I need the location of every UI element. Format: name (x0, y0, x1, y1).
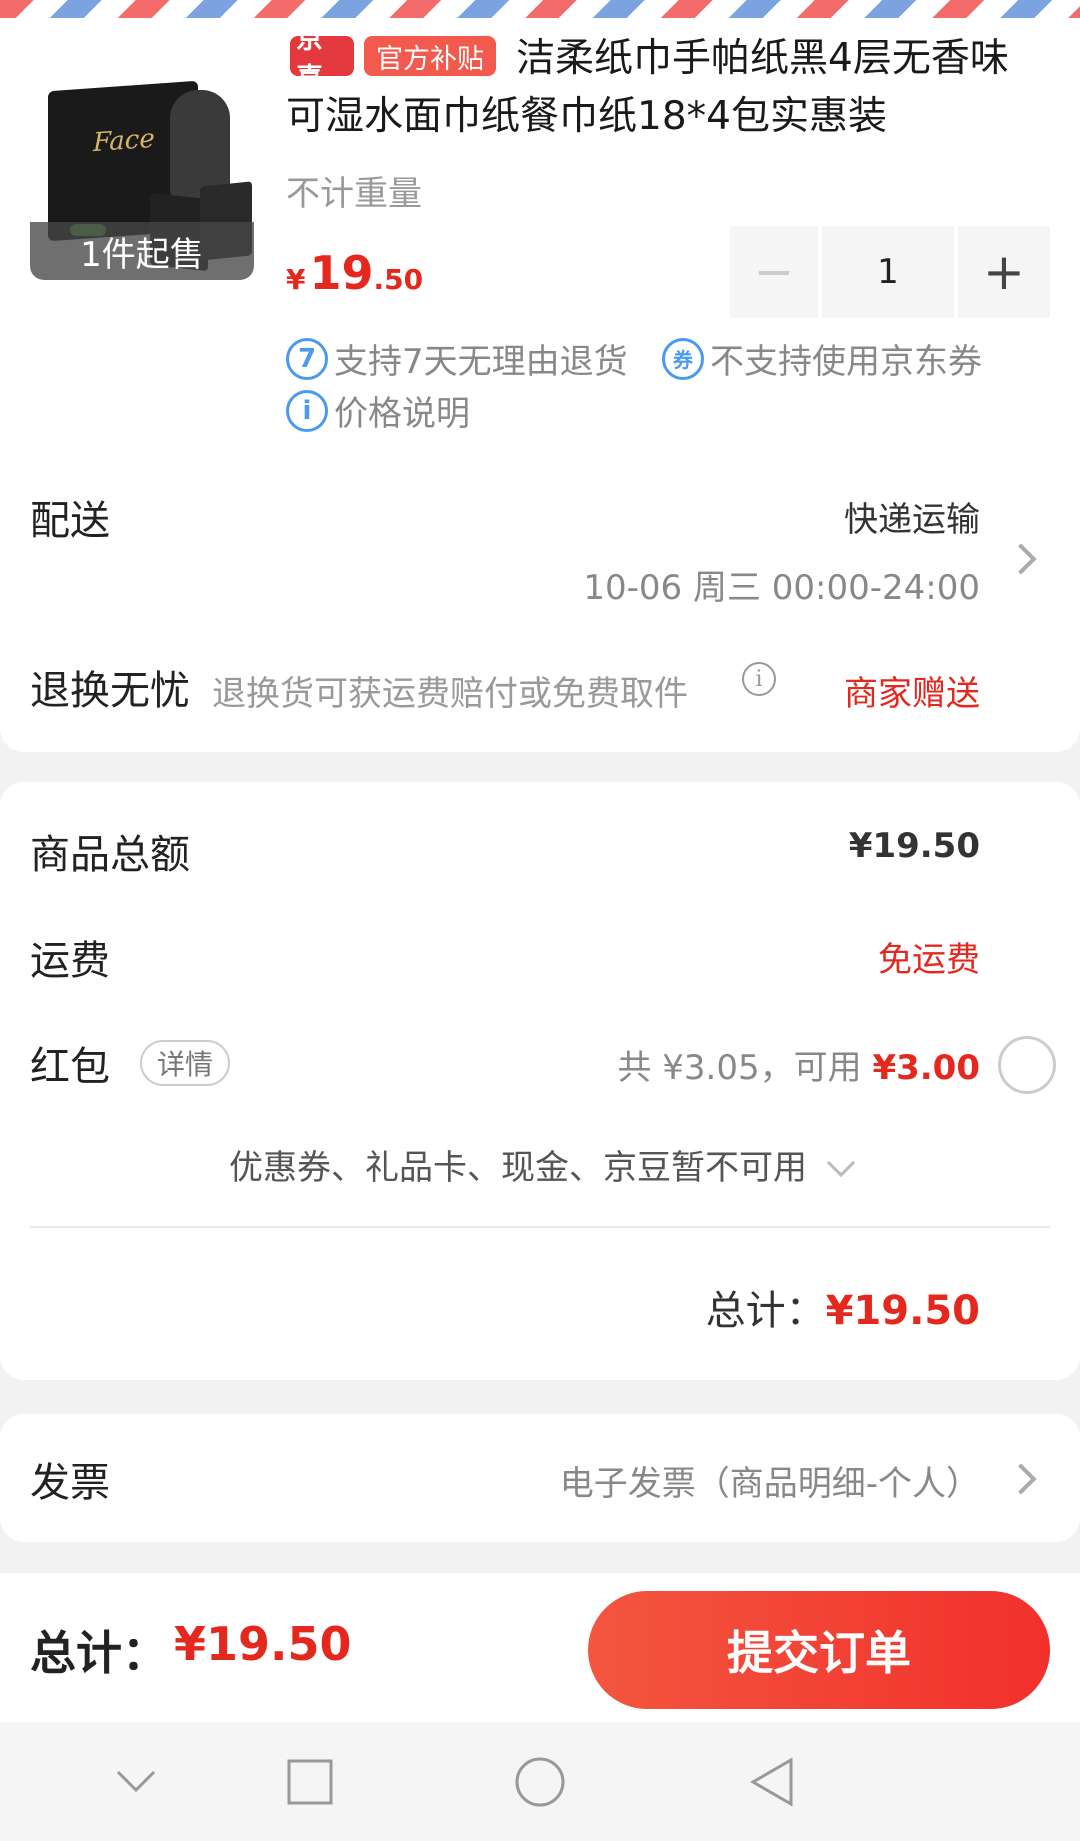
square-icon[interactable] (278, 1750, 342, 1814)
returns-desc: 退换货可获运费赔付或免费取件 (212, 674, 688, 714)
summary-total-label: 总计： (705, 1288, 826, 1334)
circle-icon[interactable] (508, 1750, 572, 1814)
min-order-label: 1件起售 (30, 222, 254, 280)
jx-badge: 京喜 (290, 24, 354, 94)
shipping-value: 免运费 (878, 940, 980, 980)
redpacket-label: 红包 (30, 1044, 110, 1090)
chevron-right-icon[interactable] (1005, 543, 1037, 575)
invoice-value: 电子发票（商品明细-个人） (559, 1464, 980, 1504)
delivery-time[interactable]: 10-06 周三 00:00-24:00 (583, 560, 980, 609)
delivery-method[interactable]: 快递运输 (844, 492, 980, 541)
summary-total-value: ¥19.50 (825, 1288, 980, 1334)
chevron-right-icon (1005, 1463, 1037, 1495)
quantity-value[interactable]: 1 (822, 226, 954, 318)
checkout-total-label: 总计： (30, 1626, 168, 1680)
redpacket-radio[interactable] (998, 1036, 1056, 1094)
price-decimal: .50 (373, 263, 424, 296)
airmail-border (0, 0, 1080, 18)
order-summary-card: 商品总额 ¥19.50 运费 免运费 红包 详情 共 ¥3.05，可用 ¥3.0… (0, 782, 1080, 1380)
summary-total: 总计：¥19.50 (706, 1278, 980, 1336)
shipping-label: 运费 (30, 938, 110, 984)
price-integer: 19 (309, 246, 374, 300)
subsidy-badge: 官方补贴 (364, 36, 496, 76)
redpacket-usable: ¥3.00 (872, 1048, 980, 1088)
returns-label: 退换无忧 (30, 668, 190, 714)
goods-total-value: ¥19.50 (848, 826, 980, 866)
redpacket-info: 共 ¥3.05，可用 ¥3.00 (617, 1040, 980, 1089)
coupon-policy: 券 不支持使用京东券 (662, 334, 982, 383)
product-thumbnail[interactable]: Face 1件起售 (30, 56, 254, 280)
increase-button[interactable]: + (958, 226, 1050, 318)
unavailable-payments-text: 优惠券、礼品卡、现金、京豆暂不可用 (229, 1148, 807, 1188)
checkout-total-value: ¥19.50 (174, 1617, 352, 1671)
price-info-text: 价格说明 (334, 394, 470, 434)
price-info[interactable]: i 价格说明 (286, 386, 470, 435)
product-weight: 不计重量 (286, 174, 422, 214)
redpacket-total: 共 ¥3.05，可用 (617, 1048, 862, 1088)
seven-day-icon: 7 (286, 337, 328, 380)
invoice-card[interactable]: 发票 电子发票（商品明细-个人） (0, 1414, 1080, 1542)
returns-status: 商家赠送 (844, 674, 980, 714)
chevron-down-icon (826, 1148, 856, 1178)
thumb-brand: Face (93, 123, 155, 159)
coupon-icon: 券 (662, 337, 704, 380)
checkout-bar: 总计： ¥19.50 提交订单 (0, 1572, 1080, 1722)
price-symbol: ¥ (286, 263, 306, 296)
info-icon: i (286, 389, 328, 432)
invoice-label: 发票 (30, 1460, 110, 1506)
product-card: Face 1件起售 洁柔纸巾手帕纸黑4层无香味可湿水面巾纸餐巾纸18*4包实惠装… (0, 18, 1080, 752)
coupon-policy-text: 不支持使用京东券 (710, 342, 982, 382)
product-price: ¥ 19 .50 (286, 246, 423, 300)
goods-total-label: 商品总额 (30, 832, 190, 878)
unavailable-payments[interactable]: 优惠券、礼品卡、现金、京豆暂不可用 (0, 1140, 1080, 1189)
quantity-stepper: − 1 + (730, 226, 1050, 318)
chevron-down-icon[interactable] (104, 1750, 168, 1814)
returns-info-icon[interactable]: i (742, 662, 776, 696)
delivery-label: 配送 (30, 498, 110, 544)
submit-order-button[interactable]: 提交订单 (588, 1591, 1050, 1709)
divider (30, 1226, 1050, 1228)
return-policy-text: 支持7天无理由退货 (334, 342, 628, 382)
redpacket-detail-button[interactable]: 详情 (140, 1040, 230, 1086)
back-triangle-icon[interactable] (740, 1750, 804, 1814)
return-policy: 7 支持7天无理由退货 (286, 334, 628, 383)
decrease-button[interactable]: − (730, 226, 818, 318)
system-nav-bar (0, 1722, 1080, 1841)
